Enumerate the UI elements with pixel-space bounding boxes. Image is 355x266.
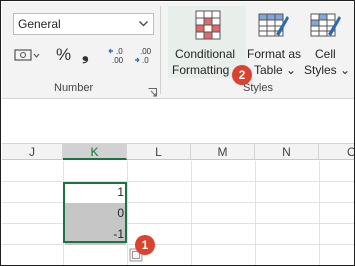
gridline — [191, 161, 192, 265]
gridline — [127, 161, 128, 265]
ribbon: General % ❟ .0 .00 .00 .0 Number Conditi… — [2, 2, 354, 99]
column-header-l[interactable]: L — [127, 144, 191, 160]
format-as-table-button[interactable]: Format as Table ⌄ — [246, 6, 302, 78]
column-headers: J K L M N O — [2, 143, 354, 160]
svg-text:.0: .0 — [116, 47, 123, 56]
styles-group-label: Styles — [243, 82, 273, 94]
chevron-down-icon: ⌄ — [286, 63, 297, 77]
chevron-down-icon[interactable] — [138, 14, 150, 34]
increase-decimal-button[interactable]: .0 .00 — [108, 46, 130, 65]
number-format-value: General — [18, 17, 61, 31]
column-header-n[interactable]: N — [255, 144, 319, 160]
gridline — [255, 161, 256, 265]
gridline — [2, 244, 354, 245]
number-dialog-launcher-icon[interactable] — [148, 84, 157, 97]
cf-label-line1: Conditional — [175, 47, 236, 61]
comma-label: ❟ — [82, 45, 89, 64]
excel-window: General % ❟ .0 .00 .00 .0 Number Conditi… — [0, 0, 355, 266]
decrease-decimal-icon: .00 .0 — [135, 47, 152, 65]
number-group-label: Number — [54, 82, 94, 94]
column-header-m[interactable]: M — [191, 144, 255, 160]
cell-styles-label-line2: Styles ⌄ — [304, 63, 351, 77]
column-header-j[interactable]: J — [2, 144, 63, 160]
chevron-down-icon: ⌄ — [340, 63, 351, 77]
increase-decimal-icon: .0 .00 — [108, 47, 124, 65]
svg-text:.0: .0 — [142, 56, 149, 65]
accounting-format-button[interactable] — [14, 46, 40, 64]
conditional-formatting-icon — [195, 10, 221, 44]
column-header-o[interactable]: O — [319, 144, 354, 160]
gridline — [2, 202, 354, 203]
comma-style-button[interactable]: ❟ — [82, 46, 94, 64]
cell-styles-icon — [310, 10, 342, 46]
cell-styles-label-line1: Cell — [315, 47, 336, 61]
percent-style-button[interactable]: % — [56, 46, 72, 64]
step-badge-1: 1 — [135, 235, 155, 255]
gridline — [2, 223, 354, 224]
number-format-dropdown[interactable]: General — [13, 13, 154, 35]
format-table-label-line2: Table ⌄ — [254, 63, 297, 77]
decrease-decimal-button[interactable]: .00 .0 — [134, 46, 156, 65]
svg-text:.00: .00 — [140, 47, 152, 56]
percent-label: % — [56, 45, 72, 64]
format-as-table-icon — [258, 10, 290, 46]
selection-range — [63, 182, 127, 243]
format-table-label-line1: Format as — [247, 47, 302, 61]
column-header-k[interactable]: K — [63, 144, 127, 160]
worksheet-grid: J K L M N O 1 0 -1 1 — [2, 100, 354, 265]
accounting-format-icon — [14, 49, 40, 61]
cell-styles-button[interactable]: Cell Styles ⌄ — [302, 6, 350, 78]
gridline — [319, 161, 320, 265]
step-badge-2: 2 — [232, 65, 252, 85]
group-divider — [160, 6, 161, 94]
svg-text:.00: .00 — [112, 56, 124, 65]
gridline — [2, 181, 354, 182]
